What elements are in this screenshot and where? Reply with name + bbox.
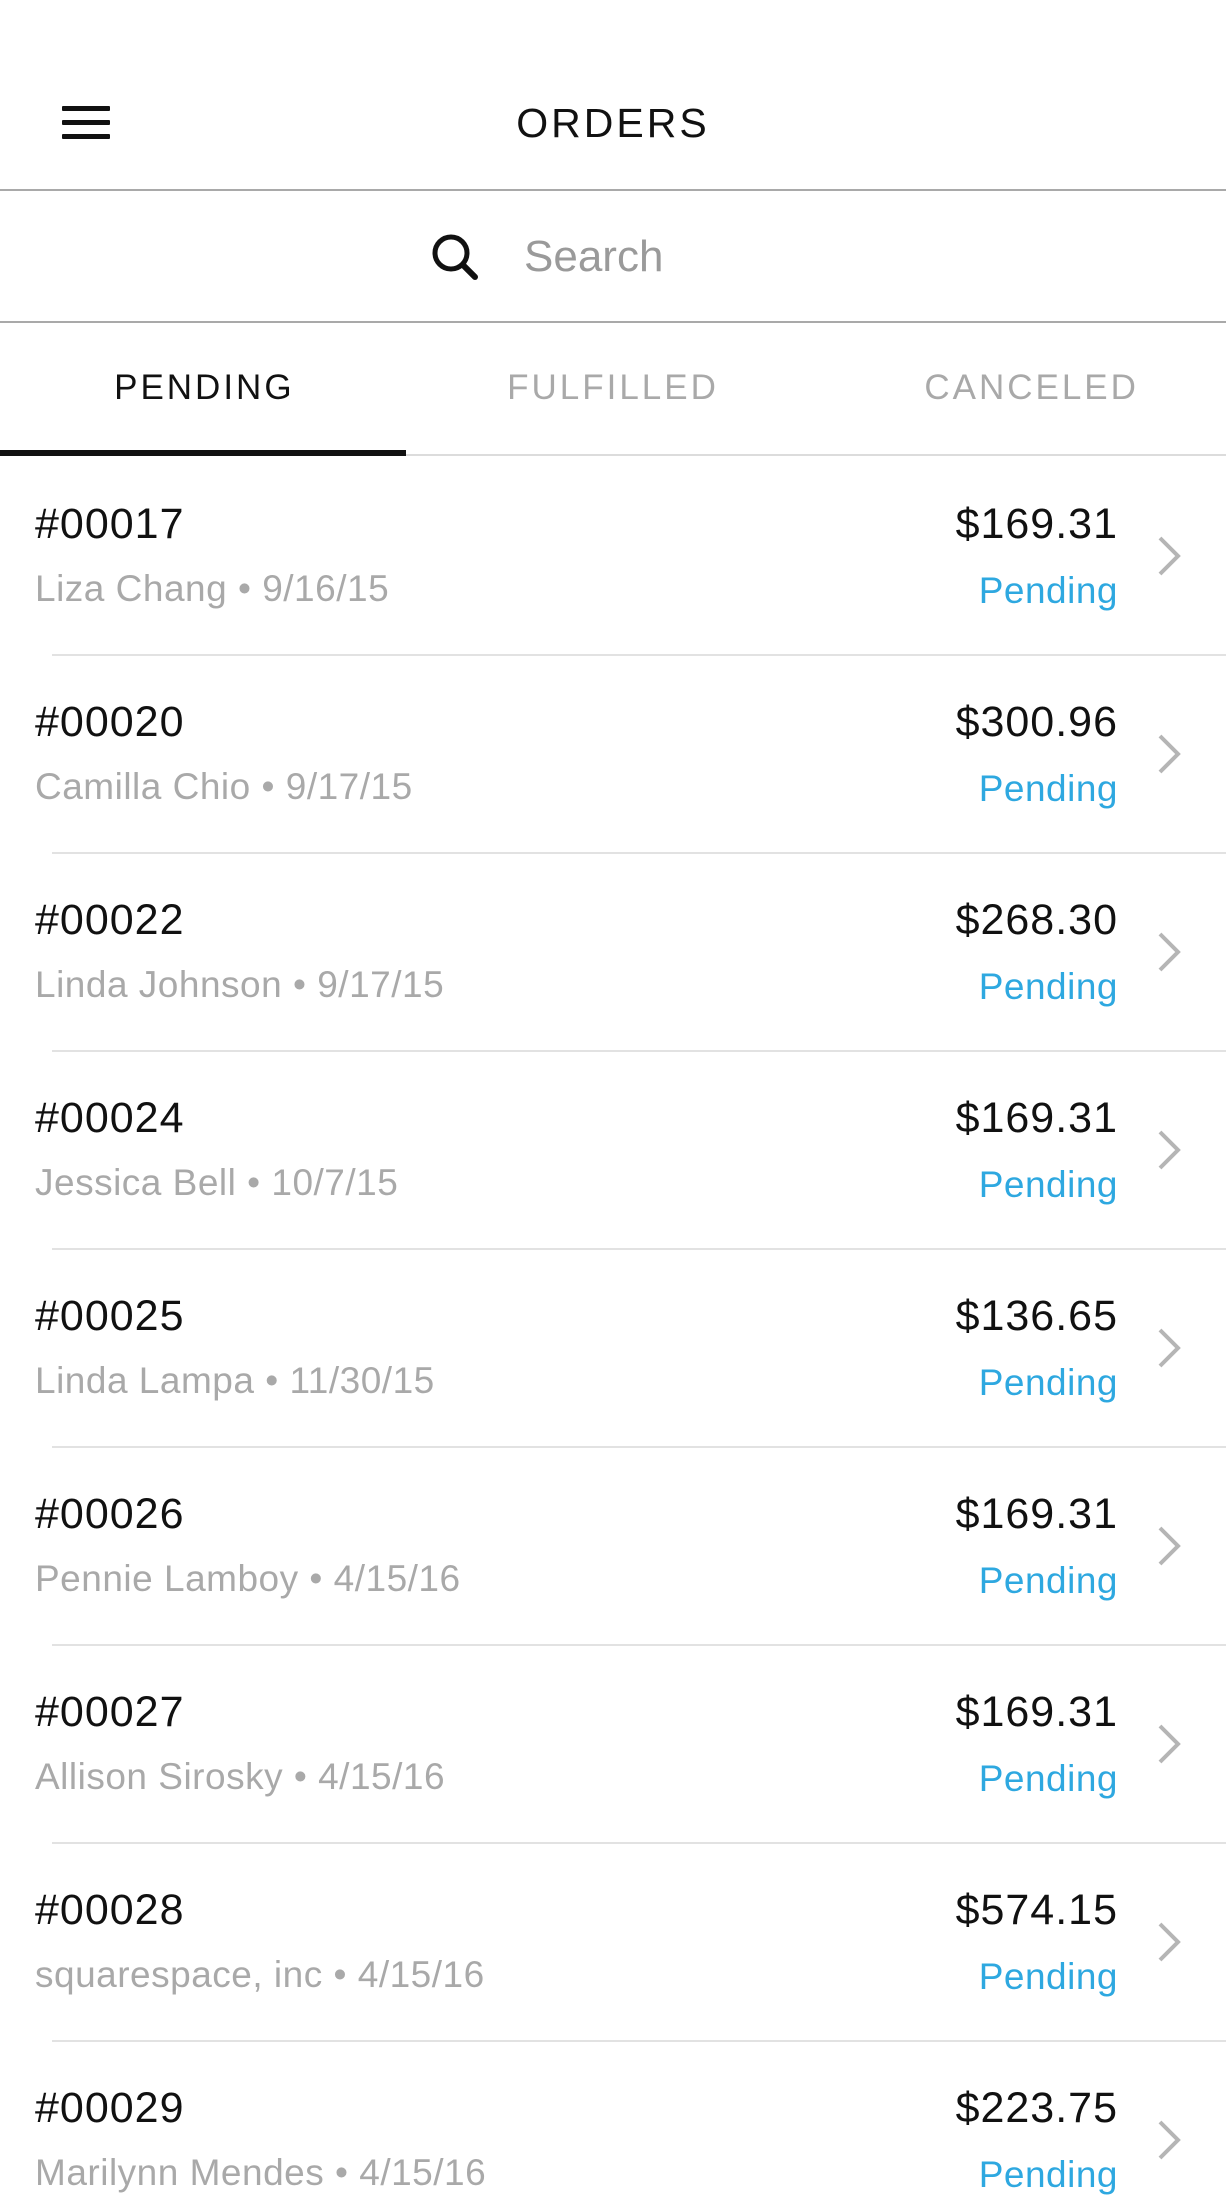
order-list: #00017 Liza Chang • 9/16/15 $169.31 Pend…: [0, 458, 1226, 2208]
order-row[interactable]: #00024 Jessica Bell • 10/7/15 $169.31 Pe…: [0, 1052, 1226, 1250]
order-amount: $223.75: [955, 2084, 1118, 2132]
tab-label: PENDING: [114, 367, 295, 407]
order-number: #00020: [35, 698, 185, 746]
order-number: #00024: [35, 1094, 185, 1142]
order-amount: $169.31: [955, 1094, 1118, 1142]
order-number: #00029: [35, 2084, 185, 2132]
order-customer-date: Allison Sirosky • 4/15/16: [35, 1756, 446, 1797]
order-status: Pending: [978, 2154, 1118, 2195]
order-status-tabs: PENDING FULFILLED CANCELED: [0, 325, 1226, 456]
order-row[interactable]: #00028 squarespace, inc • 4/15/16 $574.1…: [0, 1844, 1226, 2042]
order-status: Pending: [978, 570, 1118, 611]
order-customer-date: Linda Johnson • 9/17/15: [35, 964, 445, 1005]
chevron-right-icon: [1158, 1922, 1181, 1962]
order-row[interactable]: #00017 Liza Chang • 9/16/15 $169.31 Pend…: [0, 458, 1226, 656]
chevron-right-icon: [1158, 2120, 1181, 2160]
tab-fulfilled[interactable]: FULFILLED: [409, 325, 818, 454]
tab-pending[interactable]: PENDING: [0, 325, 409, 456]
chevron-right-icon: [1158, 536, 1181, 576]
order-customer-date: Linda Lampa • 11/30/15: [35, 1360, 435, 1401]
chevron-right-icon: [1158, 1328, 1181, 1368]
order-number: #00022: [35, 896, 185, 944]
search-container: [428, 230, 784, 284]
search-bar[interactable]: [0, 193, 1226, 323]
order-amount: $169.31: [955, 500, 1118, 548]
chevron-right-icon: [1158, 932, 1181, 972]
tab-label: CANCELED: [924, 367, 1139, 407]
order-amount: $300.96: [955, 698, 1118, 746]
order-row[interactable]: #00027 Allison Sirosky • 4/15/16 $169.31…: [0, 1646, 1226, 1844]
order-status: Pending: [978, 768, 1118, 809]
order-status: Pending: [978, 1956, 1118, 1997]
order-status: Pending: [978, 1164, 1118, 1205]
order-number: #00028: [35, 1886, 185, 1934]
order-status: Pending: [978, 966, 1118, 1007]
order-status: Pending: [978, 1758, 1118, 1799]
orders-screen: ORDERS PENDING FULFILLED CANCELED #00017…: [0, 0, 1226, 2208]
search-input[interactable]: [524, 232, 784, 282]
active-tab-indicator: [0, 450, 406, 456]
chevron-right-icon: [1158, 1130, 1181, 1170]
order-row[interactable]: #00020 Camilla Chio • 9/17/15 $300.96 Pe…: [0, 656, 1226, 854]
tab-canceled[interactable]: CANCELED: [817, 325, 1226, 454]
order-amount: $136.65: [955, 1292, 1118, 1340]
page-title: ORDERS: [516, 100, 710, 146]
order-amount: $574.15: [955, 1886, 1118, 1934]
search-icon[interactable]: [428, 230, 482, 284]
order-customer-date: Camilla Chio • 9/17/15: [35, 766, 413, 807]
order-number: #00025: [35, 1292, 185, 1340]
chevron-right-icon: [1158, 1526, 1181, 1566]
order-number: #00026: [35, 1490, 185, 1538]
order-customer-date: Liza Chang • 9/16/15: [35, 568, 390, 609]
order-number: #00027: [35, 1688, 185, 1736]
order-amount: $268.30: [955, 896, 1118, 944]
order-row[interactable]: #00026 Pennie Lamboy • 4/15/16 $169.31 P…: [0, 1448, 1226, 1646]
chevron-right-icon: [1158, 1724, 1181, 1764]
order-customer-date: squarespace, inc • 4/15/16: [35, 1954, 485, 1995]
order-row[interactable]: #00022 Linda Johnson • 9/17/15 $268.30 P…: [0, 854, 1226, 1052]
order-number: #00017: [35, 500, 185, 548]
app-header: ORDERS: [0, 0, 1226, 191]
order-row[interactable]: #00029 Marilynn Mendes • 4/15/16 $223.75…: [0, 2042, 1226, 2208]
order-customer-date: Jessica Bell • 10/7/15: [35, 1162, 399, 1203]
chevron-right-icon: [1158, 734, 1181, 774]
order-customer-date: Pennie Lamboy • 4/15/16: [35, 1558, 461, 1599]
order-status: Pending: [978, 1362, 1118, 1403]
order-status: Pending: [978, 1560, 1118, 1601]
tab-label: FULFILLED: [507, 367, 719, 407]
order-amount: $169.31: [955, 1688, 1118, 1736]
order-customer-date: Marilynn Mendes • 4/15/16: [35, 2152, 487, 2193]
order-row[interactable]: #00025 Linda Lampa • 11/30/15 $136.65 Pe…: [0, 1250, 1226, 1448]
order-amount: $169.31: [955, 1490, 1118, 1538]
